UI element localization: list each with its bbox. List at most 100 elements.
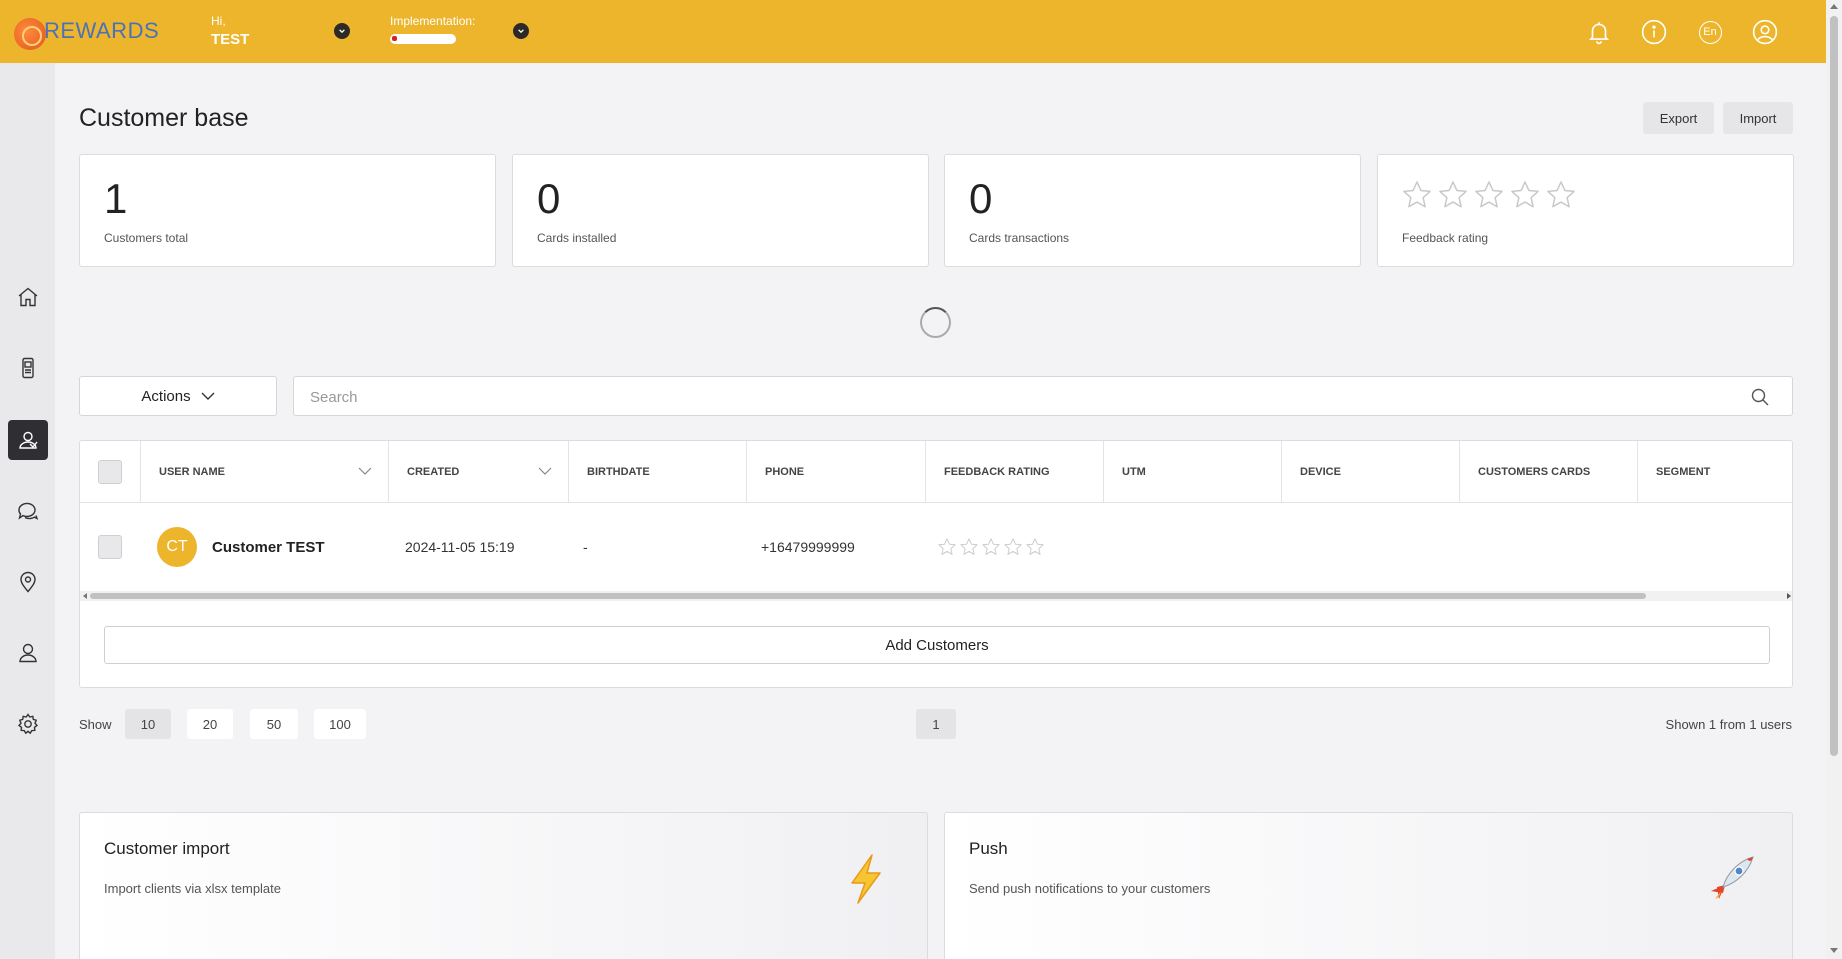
sidebar-item-messages[interactable]	[8, 491, 48, 531]
column-header-utm[interactable]: UTM	[1104, 441, 1282, 503]
star-icon	[1439, 181, 1467, 208]
cell-birthdate: -	[583, 539, 588, 555]
vertical-scrollbar[interactable]	[1826, 0, 1842, 959]
star-icon	[1403, 181, 1431, 208]
select-all-checkbox[interactable]	[98, 460, 122, 484]
customer-import-card[interactable]: Customer import Import clients via xlsx …	[79, 812, 928, 959]
column-header-customers-cards[interactable]: CUSTOMERS CARDS	[1460, 441, 1638, 503]
customer-name[interactable]: Customer TEST	[212, 539, 325, 556]
profile-button[interactable]	[1752, 19, 1778, 45]
stat-card-feedback-rating: Feedback rating	[1377, 154, 1794, 267]
page-size-20[interactable]: 20	[187, 709, 233, 739]
rocket-icon	[1711, 856, 1754, 899]
implementation: Implementation:	[390, 14, 475, 44]
star-icon	[1004, 538, 1022, 555]
sidebar-item-cards[interactable]	[8, 348, 48, 388]
location-pin-icon	[20, 571, 36, 593]
column-header-label: PHONE	[765, 466, 805, 478]
scroll-down-arrow-icon[interactable]	[1830, 948, 1838, 953]
column-header-label: BIRTHDATE	[587, 466, 650, 478]
sidebar-item-users[interactable]	[8, 633, 48, 673]
logo-mark-icon	[14, 18, 46, 50]
star-icon	[960, 538, 978, 555]
chevron-down-icon	[339, 29, 345, 34]
gear-icon	[17, 713, 39, 735]
add-customers-button[interactable]: Add Customers	[104, 626, 1770, 664]
greeting-hi: Hi,	[211, 14, 226, 28]
implementation-progress-fill	[392, 36, 397, 41]
cell-user-name[interactable]: CT Customer TEST	[157, 503, 325, 591]
sidebar-item-settings[interactable]	[8, 704, 48, 744]
promo-description: Send push notifications to your customer…	[969, 881, 1211, 896]
export-button[interactable]: Export	[1643, 102, 1714, 134]
sort-chevron-icon[interactable]	[358, 466, 372, 476]
column-header-label: CUSTOMERS CARDS	[1478, 466, 1591, 478]
mobile-card-icon	[22, 357, 34, 379]
pagination-summary: Shown 1 from 1 users	[1665, 717, 1792, 732]
stat-card-cards-installed: 0 Cards installed	[512, 154, 929, 267]
scroll-left-arrow-icon[interactable]	[83, 593, 87, 599]
horizontal-scrollbar[interactable]	[80, 591, 1792, 601]
push-card[interactable]: Push Send push notifications to your cus…	[944, 812, 1793, 959]
column-header-segment[interactable]: SEGMENT	[1638, 441, 1792, 503]
search-icon[interactable]	[1750, 387, 1770, 407]
scroll-up-arrow-icon[interactable]	[1830, 4, 1838, 9]
column-header-phone[interactable]: PHONE	[747, 441, 926, 503]
stat-value: 0	[969, 175, 993, 222]
logo-text: REWARDS	[44, 18, 160, 43]
column-header-device[interactable]: DEVICE	[1282, 441, 1460, 503]
implementation-dropdown-button[interactable]	[513, 23, 529, 39]
column-header-birthdate[interactable]: BIRTHDATE	[569, 441, 747, 503]
stat-value: 1	[104, 175, 128, 222]
star-icon	[1475, 181, 1503, 208]
column-header-user-name[interactable]: USER NAME	[141, 441, 389, 503]
actions-dropdown[interactable]: Actions	[79, 376, 277, 416]
page-size-label: Show	[79, 717, 112, 732]
logo[interactable]: REWARDS	[14, 18, 159, 50]
scroll-right-arrow-icon[interactable]	[1787, 593, 1791, 599]
sort-chevron-icon[interactable]	[538, 466, 552, 476]
star-icon	[1511, 181, 1539, 208]
bell-icon	[1588, 22, 1610, 45]
sidebar-item-home[interactable]	[8, 277, 48, 317]
column-header-feedback-rating[interactable]: FEEDBACK RATING	[926, 441, 1104, 503]
language-label: En	[1698, 20, 1722, 44]
select-all-cell	[80, 441, 141, 503]
column-header-label: UTM	[1122, 466, 1146, 478]
top-bar: REWARDS Hi, TEST Implementation: En	[0, 0, 1826, 63]
feedback-rating-stars	[1401, 179, 1577, 211]
user-icon	[19, 643, 37, 663]
chevron-down-icon	[201, 392, 215, 400]
horizontal-scrollbar-thumb[interactable]	[90, 593, 1646, 599]
chat-icon	[18, 502, 39, 520]
info-button[interactable]	[1641, 19, 1667, 45]
sidebar	[0, 63, 55, 959]
page-number-current[interactable]: 1	[916, 709, 956, 739]
loading-spinner-icon	[920, 307, 951, 338]
page-size-10[interactable]: 10	[125, 709, 171, 739]
implementation-progress-bar	[390, 34, 456, 44]
vertical-scrollbar-thumb[interactable]	[1830, 16, 1838, 756]
notifications-button[interactable]	[1586, 19, 1612, 45]
star-icon	[1026, 538, 1044, 555]
info-icon	[1641, 19, 1667, 45]
import-button[interactable]: Import	[1723, 102, 1793, 134]
column-header-created[interactable]: CREATED	[389, 441, 569, 503]
cell-feedback-rating	[937, 503, 1045, 591]
sidebar-item-customers[interactable]	[8, 420, 48, 460]
star-icon	[938, 538, 956, 555]
row-checkbox[interactable]	[98, 535, 122, 559]
sidebar-item-locations[interactable]	[8, 562, 48, 602]
user-menu-dropdown-button[interactable]	[334, 23, 350, 39]
table-row[interactable]: CT Customer TEST 2024-11-05 15:19 - +164…	[80, 503, 1792, 591]
table-header: USER NAME CREATED BIRTHDATE PHONE FEEDBA…	[80, 441, 1792, 503]
customers-icon	[19, 431, 38, 449]
stat-card-customers-total: 1 Customers total	[79, 154, 496, 267]
column-header-label: DEVICE	[1300, 466, 1341, 478]
row-rating-stars	[937, 537, 1045, 557]
page-size-50[interactable]: 50	[250, 709, 298, 739]
promo-title: Customer import	[104, 839, 230, 858]
search-input[interactable]	[310, 387, 1710, 407]
page-size-100[interactable]: 100	[314, 709, 366, 739]
language-button[interactable]: En	[1697, 19, 1723, 45]
